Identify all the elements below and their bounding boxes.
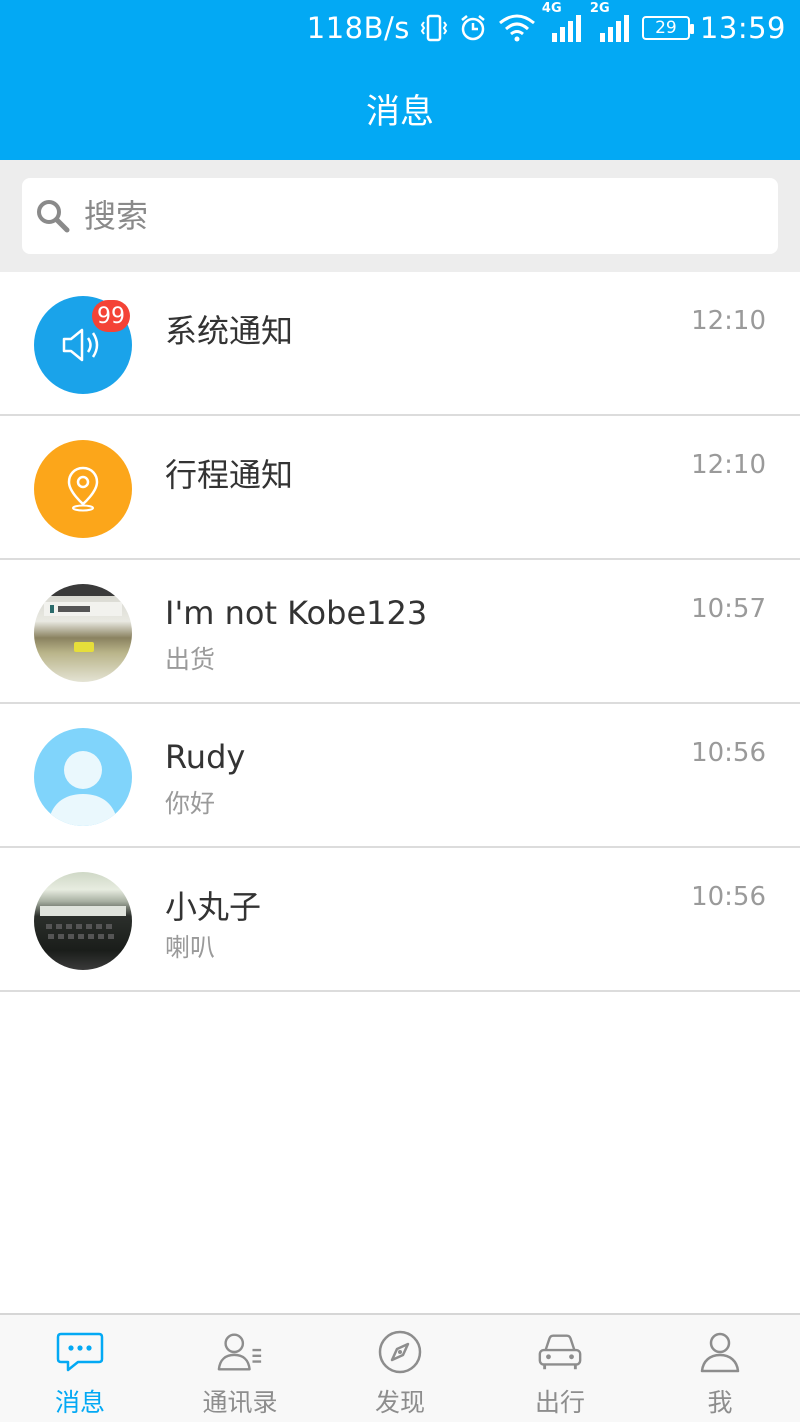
conversation-time: 12:10 [691,450,766,480]
conversation-name: Rudy [165,738,246,776]
conversation-last-message: 喇叭 [165,933,216,962]
car-icon [536,1329,584,1375]
clock: 13:59 [699,11,786,45]
conversation-time: 12:10 [691,306,766,336]
conversation-time: 10:56 [691,882,766,912]
conversation-last-message: 你好 [165,789,216,818]
nav-label: 我 [707,1388,733,1417]
bottom-nav: 消息 通讯录 发现 出行 我 [0,1313,800,1422]
conversation-row-rudy[interactable]: Rudy 你好 10:56 [0,704,800,848]
conversation-row-trip[interactable]: 行程通知 12:10 [0,416,800,560]
location-pin-icon [34,440,132,538]
status-bar: 118B/s 4G 2G 29 13:59 [0,0,800,56]
nav-item-discover[interactable]: 发现 [320,1315,480,1422]
nav-item-messages[interactable]: 消息 [0,1315,160,1422]
conversation-time: 10:57 [691,594,766,624]
header: 118B/s 4G 2G 29 13:59 消息 [0,0,800,160]
signal-4g-icon: 4G [542,1,584,43]
conversation-row-system[interactable]: 99 系统通知 12:10 [0,272,800,416]
wifi-icon [498,11,536,45]
battery-icon: 29 [641,16,694,40]
nav-label: 发现 [374,1388,425,1417]
compass-icon [376,1329,424,1375]
conversation-name: 系统通知 [165,312,294,350]
nav-label: 出行 [534,1388,585,1417]
unread-badge: 99 [92,300,130,332]
nav-label: 通讯录 [202,1388,278,1417]
alarm-icon [458,11,488,45]
network-type-1: 4G [541,1,562,16]
search-icon [34,197,72,235]
network-speed: 118B/s [306,11,410,45]
conversation-row-xiaowanzi[interactable]: 小丸子 喇叭 10:56 [0,848,800,992]
battery-level: 29 [655,18,677,38]
conversation-name: 小丸子 [165,888,262,926]
signal-2g-icon: 2G [590,1,632,43]
app-root: 118B/s 4G 2G 29 13:59 消息 搜索 99 系统通知 12:1… [0,0,800,1422]
vibrate-icon [420,11,448,45]
user-photo-avatar [34,584,132,682]
conversation-name: I'm not Kobe123 [165,594,428,632]
search-input[interactable] [84,197,684,235]
nav-label: 消息 [54,1388,105,1417]
network-type-2: 2G [589,1,610,16]
conversation-row-kobe[interactable]: I'm not Kobe123 出货 10:57 [0,560,800,704]
conversation-last-message: 出货 [165,645,216,674]
conversation-list: 99 系统通知 12:10 行程通知 12:10 I'm not Kobe123… [0,272,800,992]
default-person-icon [34,728,132,826]
chat-bubble-icon [56,1329,104,1375]
page-title: 消息 [366,92,434,132]
search-area [0,160,800,272]
user-photo-avatar [34,872,132,970]
conversation-time: 10:56 [691,738,766,768]
nav-item-me[interactable]: 我 [640,1315,800,1422]
contacts-icon [216,1329,264,1375]
conversation-name: 行程通知 [165,456,294,494]
person-icon [696,1329,744,1375]
nav-item-travel[interactable]: 出行 [480,1315,640,1422]
search-box[interactable] [22,178,778,254]
nav-item-contacts[interactable]: 通讯录 [160,1315,320,1422]
